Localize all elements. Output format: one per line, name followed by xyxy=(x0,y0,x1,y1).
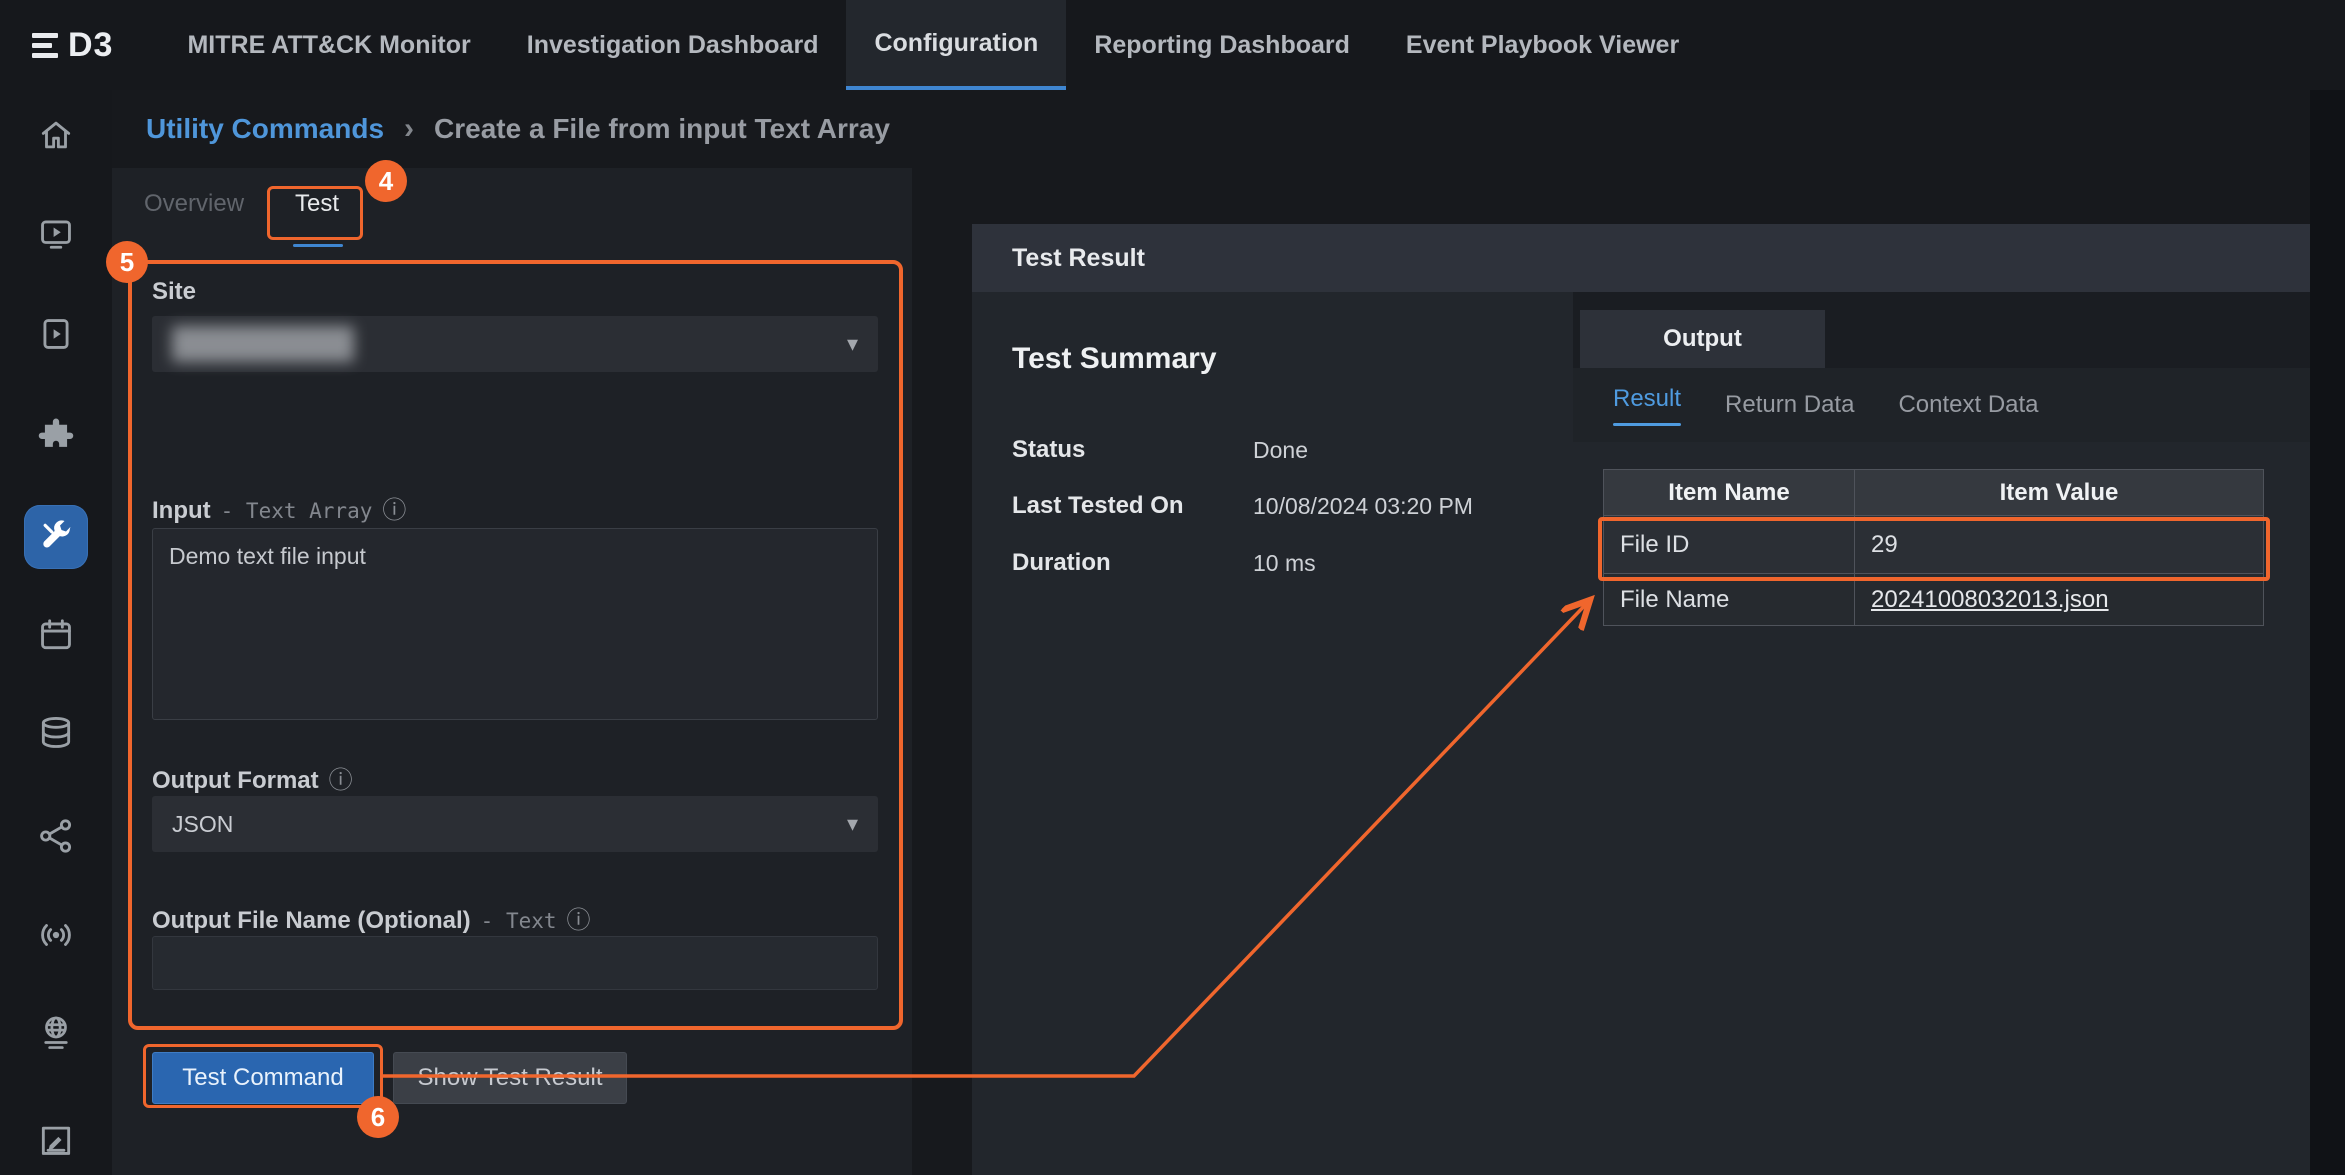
item-value-header: Item Value xyxy=(1855,470,2264,516)
tab-overview[interactable]: Overview xyxy=(144,190,244,218)
calendar-icon xyxy=(37,616,75,654)
item-name-header: Item Name xyxy=(1604,470,1855,516)
caret-down-icon: ▾ xyxy=(847,331,858,357)
file-id-name-cell: File ID xyxy=(1604,516,1855,574)
schedule-monitor-icon xyxy=(37,214,75,252)
caret-down-icon: ▾ xyxy=(847,811,858,837)
sidebar-item-signature-doc[interactable] xyxy=(36,1120,76,1160)
app-screen: D3 MITRE ATT&CK Monitor Investigation Da… xyxy=(0,0,2345,1175)
site-selected-value-redacted xyxy=(172,326,354,362)
right-edge-strip xyxy=(2310,90,2345,1175)
duration-label: Duration xyxy=(1012,549,1111,577)
show-test-result-button[interactable]: Show Test Result xyxy=(393,1052,627,1104)
file-name-value-cell: 20241008032013.json xyxy=(1855,574,2264,626)
file-name-row: File Name 20241008032013.json xyxy=(1604,574,2264,626)
file-id-value-cell: 29 xyxy=(1855,516,2264,574)
nav-item-event-playbook-viewer[interactable]: Event Playbook Viewer xyxy=(1378,0,1707,90)
output-format-select[interactable]: JSON ▾ xyxy=(152,796,878,852)
command-test-panel: Overview Test Site ▾ Input- Text Arrayⓘ … xyxy=(112,168,912,1175)
site-label: Site xyxy=(152,278,196,306)
test-command-button[interactable]: Test Command xyxy=(152,1052,374,1104)
sidebar-item-calendar[interactable] xyxy=(36,615,76,655)
result-subtabs: Result Return Data Context Data xyxy=(1573,368,2310,442)
nav-item-mitre-attack-monitor[interactable]: MITRE ATT&CK Monitor xyxy=(159,0,498,90)
output-format-label: Output Formatⓘ xyxy=(152,760,353,795)
sidebar-item-media-file[interactable] xyxy=(36,314,76,354)
sidebar xyxy=(0,90,112,1175)
subtab-result[interactable]: Result xyxy=(1613,385,1681,426)
tab-output[interactable]: Output xyxy=(1580,310,1825,368)
annotation-badge-4: 4 xyxy=(365,160,407,202)
last-tested-on-label: Last Tested On xyxy=(1012,492,1184,520)
status-label: Status xyxy=(1012,436,1085,464)
tab-test[interactable]: Test xyxy=(295,190,339,218)
subtab-context-data[interactable]: Context Data xyxy=(1898,391,2038,419)
status-value: Done xyxy=(1253,437,1308,464)
network-globe-icon xyxy=(37,1014,75,1052)
media-file-icon xyxy=(37,315,75,353)
database-icon xyxy=(37,715,75,753)
test-summary-title: Test Summary xyxy=(1012,342,1217,376)
subtab-return-data[interactable]: Return Data xyxy=(1725,391,1854,419)
file-id-row: File ID 29 xyxy=(1604,516,2264,574)
top-nav-items: MITRE ATT&CK Monitor Investigation Dashb… xyxy=(159,0,1707,90)
input-type-hint: - Text Array xyxy=(221,499,373,523)
sidebar-item-utility-tools[interactable] xyxy=(24,505,88,569)
broadcast-icon xyxy=(37,916,75,954)
duration-value: 10 ms xyxy=(1253,550,1316,577)
annotation-badge-5: 5 xyxy=(106,241,148,283)
output-format-value: JSON xyxy=(172,811,233,838)
file-name-name-cell: File Name xyxy=(1604,574,1855,626)
nav-item-configuration[interactable]: Configuration xyxy=(846,0,1066,90)
breadcrumb-parent-link[interactable]: Utility Commands xyxy=(146,113,384,145)
test-result-title: Test Result xyxy=(1012,244,1145,273)
output-format-info-icon[interactable]: ⓘ xyxy=(329,767,353,794)
signature-doc-icon xyxy=(37,1121,75,1159)
output-file-info-icon[interactable]: ⓘ xyxy=(567,907,591,934)
nav-item-investigation-dashboard[interactable]: Investigation Dashboard xyxy=(499,0,847,90)
sidebar-item-schedule[interactable] xyxy=(36,213,76,253)
d3-logo[interactable]: D3 xyxy=(0,0,143,90)
output-file-input[interactable] xyxy=(152,936,878,990)
top-nav: D3 MITRE ATT&CK Monitor Investigation Da… xyxy=(0,0,2345,90)
file-name-link[interactable]: 20241008032013.json xyxy=(1871,586,2109,613)
last-tested-on-value: 10/08/2024 03:20 PM xyxy=(1253,493,1473,520)
sidebar-item-share-nodes[interactable] xyxy=(36,816,76,856)
sidebar-item-broadcast[interactable] xyxy=(36,915,76,955)
sidebar-item-database[interactable] xyxy=(36,714,76,754)
nav-item-reporting-dashboard[interactable]: Reporting Dashboard xyxy=(1066,0,1378,90)
result-table: Item Name Item Value File ID 29 File Nam… xyxy=(1603,469,2264,626)
annotation-badge-6: 6 xyxy=(357,1096,399,1138)
input-textarea[interactable]: Demo text file input xyxy=(152,528,878,720)
sidebar-item-integrations[interactable] xyxy=(36,415,76,455)
d3-logo-bars-icon xyxy=(32,33,58,58)
test-result-header: Test Result xyxy=(972,224,2310,292)
breadcrumb-chevron-icon: › xyxy=(404,112,414,146)
home-icon xyxy=(37,116,75,154)
input-label: Input- Text Arrayⓘ xyxy=(152,490,406,525)
result-table-header-row: Item Name Item Value xyxy=(1604,470,2264,516)
d3-logo-text: D3 xyxy=(68,26,113,65)
sidebar-item-network-globe[interactable] xyxy=(36,1013,76,1053)
output-file-label: Output File Name (Optional)- Textⓘ xyxy=(152,900,591,935)
share-nodes-icon xyxy=(37,817,75,855)
sidebar-item-home[interactable] xyxy=(36,115,76,155)
site-select[interactable]: ▾ xyxy=(152,316,878,372)
wrench-icon xyxy=(36,517,76,557)
input-info-icon[interactable]: ⓘ xyxy=(382,497,406,524)
breadcrumb: Utility Commands › Create a File from in… xyxy=(112,90,890,168)
page-title: Create a File from input Text Array xyxy=(434,113,890,145)
tab-test-active-underline xyxy=(293,244,343,247)
puzzle-icon xyxy=(37,416,75,454)
output-file-type-hint: - Text xyxy=(481,909,557,933)
test-result-panel: Test Result Test Summary Status Done Las… xyxy=(972,224,2310,1175)
